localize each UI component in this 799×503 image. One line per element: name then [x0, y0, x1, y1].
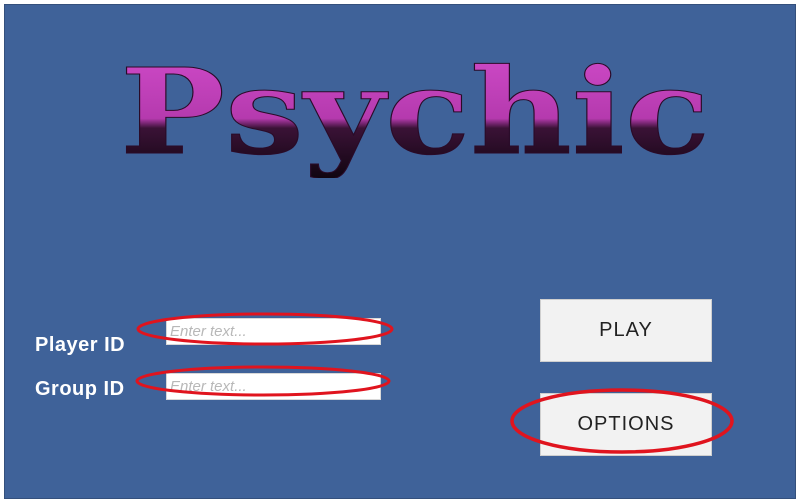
play-button[interactable]: PLAY — [540, 299, 712, 362]
group-id-label: Group ID — [35, 378, 125, 400]
game-logo: Psychic — [105, 53, 725, 178]
player-id-field[interactable] — [166, 318, 381, 345]
player-id-input[interactable] — [167, 319, 380, 344]
options-button[interactable]: OPTIONS — [540, 393, 712, 456]
group-id-field[interactable] — [166, 373, 381, 400]
group-id-input[interactable] — [167, 374, 380, 399]
game-title: Psychic — [120, 53, 710, 178]
player-id-label: Player ID — [35, 334, 126, 356]
game-menu-screen: Psychic Player ID Group ID PLAY OPTIONS — [4, 4, 796, 499]
